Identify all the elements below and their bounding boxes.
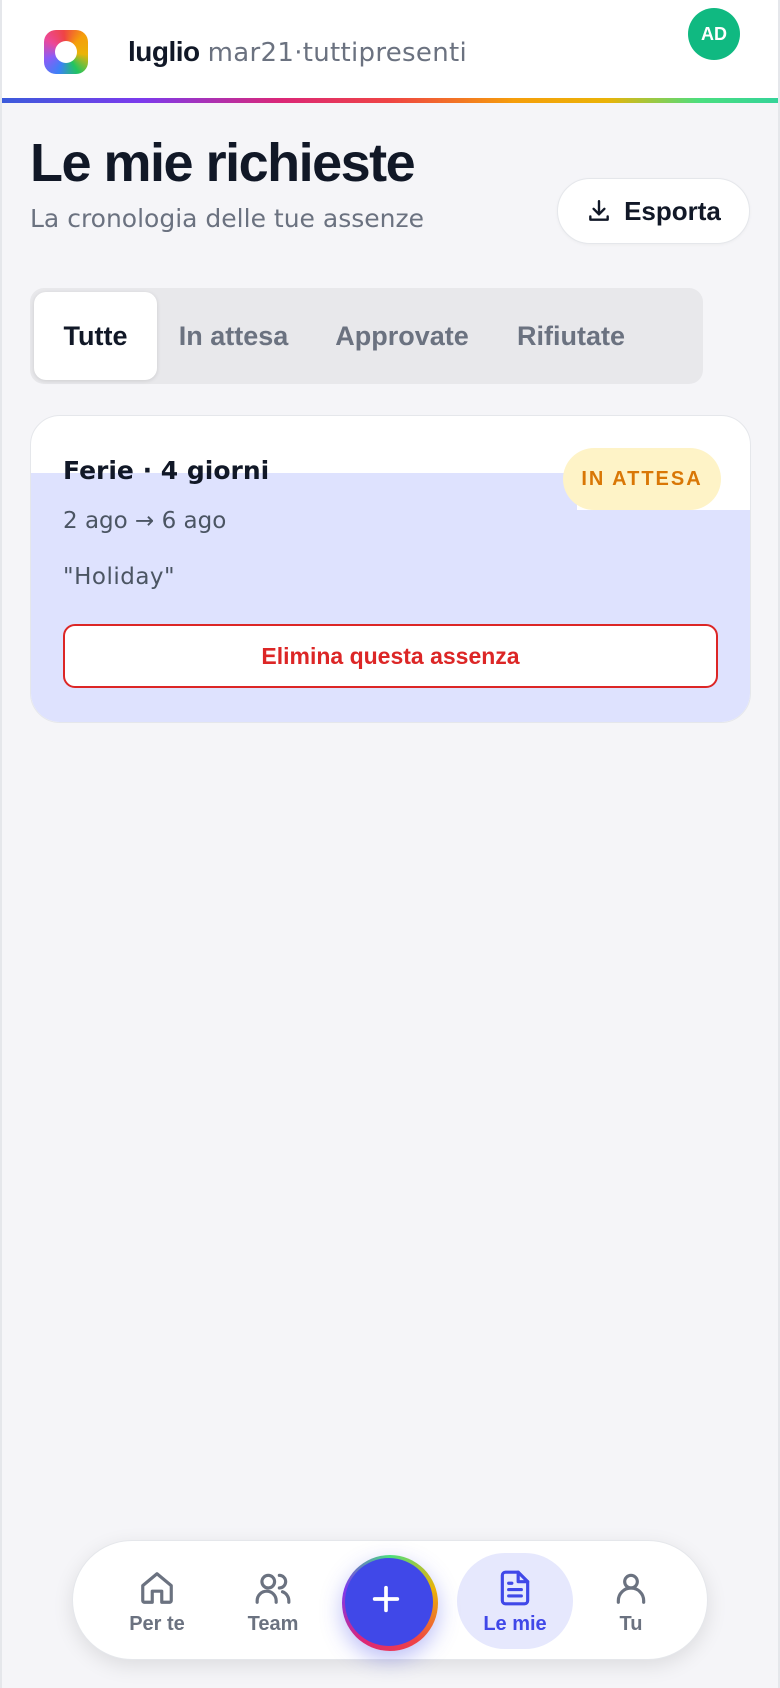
- filter-tabs: Tutte In attesa Approvate Rifiutate: [30, 288, 703, 384]
- document-icon: [500, 1570, 530, 1606]
- add-request-button[interactable]: [342, 1555, 438, 1651]
- card-highlight: [577, 510, 750, 722]
- status-badge: IN ATTESA: [563, 448, 721, 510]
- current-month: luglio: [128, 36, 200, 67]
- nav-item-team[interactable]: Team: [215, 1553, 331, 1649]
- top-header: luglio mar21·tuttipresenti AD: [2, 0, 778, 100]
- export-button[interactable]: Esporta: [557, 178, 750, 244]
- header-meta: mar21·tuttipresenti: [207, 38, 467, 68]
- request-dates: 2 ago → 6 ago: [63, 508, 227, 534]
- user-icon: [616, 1573, 646, 1604]
- app-frame: [0, 0, 780, 1688]
- tab-rifiutate[interactable]: Rifiutate: [494, 292, 648, 380]
- nav-item-per-te[interactable]: Per te: [99, 1553, 215, 1649]
- brand-text: luglio mar21·tuttipresenti: [128, 34, 467, 70]
- delete-absence-button[interactable]: Elimina questa assenza: [63, 624, 718, 688]
- home-icon: [141, 1572, 173, 1604]
- nav-item-tu[interactable]: Tu: [573, 1553, 689, 1649]
- request-card: Ferie · 4 giorni IN ATTESA 2 ago → 6 ago…: [30, 415, 751, 723]
- request-title: Ferie · 4 giorni: [63, 456, 270, 485]
- download-icon: [589, 200, 609, 221]
- nav-item-le-mie[interactable]: Le mie: [457, 1553, 573, 1649]
- avatar[interactable]: AD: [688, 8, 740, 60]
- nav-label: Tu: [619, 1613, 643, 1635]
- page-subtitle: La cronologia delle tue assenze: [30, 204, 424, 233]
- tab-tutte[interactable]: Tutte: [34, 292, 157, 380]
- header-gradient-bar: [2, 98, 778, 103]
- tab-in-attesa[interactable]: In attesa: [157, 292, 310, 380]
- app-logo[interactable]: [44, 30, 88, 74]
- nav-label: Per te: [129, 1613, 185, 1635]
- nav-label: Le mie: [483, 1613, 547, 1635]
- nav-label: Team: [247, 1613, 299, 1635]
- plus-icon: [372, 1585, 400, 1613]
- request-note: "Holiday": [63, 564, 176, 590]
- page-title: Le mie richieste: [30, 133, 416, 193]
- export-label: Esporta: [624, 195, 721, 226]
- tab-approvate[interactable]: Approvate: [310, 292, 494, 380]
- users-icon: [255, 1573, 291, 1604]
